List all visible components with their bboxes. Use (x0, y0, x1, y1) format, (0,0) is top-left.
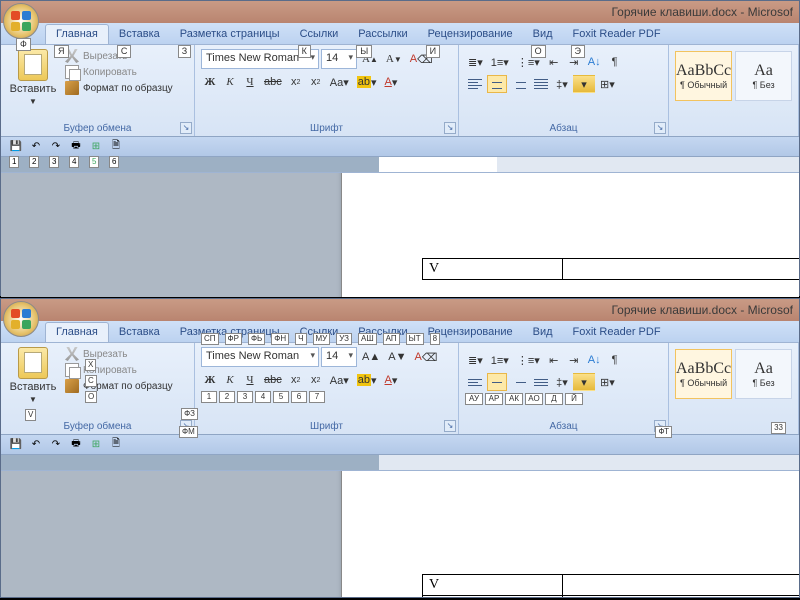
group-clipboard: Вставить ▼ Вырезать Копировать Формат по… (1, 45, 195, 136)
group-clipboard: Вставить ▼ V Вырезать Х Копировать С Фор… (1, 343, 195, 434)
ribbon: Вставить ▼ V Вырезать Х Копировать С Фор… (1, 343, 799, 435)
tab-Рецензирование[interactable]: РецензированиеИ (418, 25, 523, 44)
paste-icon (18, 49, 48, 81)
align-right-button[interactable] (509, 75, 529, 93)
qat-table[interactable]: ⊞5 (89, 140, 103, 154)
tab-Foxit Reader PDF[interactable]: Foxit Reader PDF (563, 323, 671, 342)
ribbon-tabs: ГлавнаяЯВставкаСРазметка страницыЗСсылки… (1, 23, 799, 45)
tab-Вид[interactable]: ВидО (523, 25, 563, 44)
ruler (1, 455, 799, 471)
office-button[interactable]: Ф (3, 3, 39, 39)
clear-format-button[interactable]: A⌫ (411, 348, 440, 366)
table-cell[interactable]: V (423, 259, 563, 280)
format-painter-button[interactable]: Формат по образцу (65, 81, 173, 95)
group-label-paragraph: Абзац (465, 121, 662, 136)
paste-button[interactable]: Вставить ▼ (7, 49, 59, 106)
line-spacing-button[interactable]: ‡▾ (553, 75, 571, 93)
group-label-clipboard: Буфер обмена (7, 121, 188, 136)
sort-button[interactable]: A↓ (585, 53, 604, 71)
tab-Рассылки[interactable]: РассылкиЫ (348, 25, 417, 44)
copy-button[interactable]: Копировать (65, 65, 173, 79)
dialog-launcher-font[interactable]: ↘ (444, 122, 456, 134)
group-font: Times New Roman 14 A▲ A▼ A⌫ Ж К Ч abc x2… (195, 45, 459, 136)
group-paragraph: ≣▾1≡▾⋮≡▾ ⇤⇥ A↓¶ ‡▾ ▾ ⊞▾ АУАРАКАОДЙ Абзац… (459, 343, 669, 434)
numbering-button[interactable]: 1≡▾ (488, 53, 512, 71)
show-marks-button[interactable]: ¶ (606, 53, 624, 71)
dialog-launcher-clipboard[interactable]: ↘ (180, 122, 192, 134)
style-nospacing[interactable]: Aa ¶ Без (735, 51, 792, 101)
tab-Вид[interactable]: Вид (523, 323, 563, 342)
brush-icon (65, 81, 79, 95)
keytip-office: Ф (16, 38, 31, 51)
font-size-combo[interactable]: 14 (321, 347, 357, 367)
justify-button[interactable] (531, 75, 551, 93)
tab-Вставка[interactable]: Вставка (109, 323, 170, 342)
quick-access-toolbar: 💾↶↷ 🖶⊞🗎 (1, 435, 799, 455)
align-center-button[interactable] (487, 75, 507, 93)
qat-save[interactable]: 💾1 (9, 140, 23, 154)
copy-icon (65, 65, 79, 79)
group-paragraph: ≣▾ 1≡▾ ⋮≡▾ ⇤ ⇥ A↓ ¶ ‡▾ ▾ ⊞▾ Абзац ↘ (459, 45, 669, 136)
keytip-paste: V (25, 409, 36, 421)
bullets-button[interactable]: ≣▾ (465, 53, 486, 71)
shrink-font-button[interactable]: A▼ (383, 50, 405, 68)
shading-button[interactable]: ▾ (573, 75, 595, 93)
font-size-combo[interactable]: 14 (321, 49, 357, 69)
group-styles: AaBbCc¶ Обычный Aa¶ Без 33 (669, 343, 799, 434)
dec-indent-button[interactable]: ⇤ (545, 53, 563, 71)
paste-icon (18, 347, 48, 379)
style-normal[interactable]: AaBbCc ¶ Обычный (675, 51, 732, 101)
highlight-button[interactable]: ab▾ (354, 73, 380, 91)
paste-label: Вставить (10, 83, 57, 95)
document-area[interactable]: V Ctrl + DВызов диалогового окна "Шрифт" (1, 471, 799, 597)
qat-preview[interactable]: 🗎6 (109, 140, 123, 154)
shrink-font-button[interactable]: A▼ (385, 348, 409, 366)
font-name-combo[interactable]: Times New Roman (201, 347, 319, 367)
quick-access-toolbar: 💾1 ↶2 ↷3 🖶4 ⊞5 🗎6 (1, 137, 799, 157)
document-area[interactable]: V (1, 173, 799, 297)
tab-Foxit Reader PDF[interactable]: Foxit Reader PDFЭ (563, 25, 671, 44)
bold-button[interactable]: Ж (201, 73, 219, 91)
qat-undo[interactable]: ↶2 (29, 140, 43, 154)
window-title: Горячие клавиши.docx - Microsof (611, 303, 793, 317)
qat-print[interactable]: 🖶4 (69, 140, 83, 154)
group-label-font: Шрифт (201, 121, 452, 136)
tab-Разметка страницы[interactable]: Разметка страницыЗ (170, 25, 290, 44)
ruler (1, 157, 799, 173)
ribbon: Вставить ▼ Вырезать Копировать Формат по… (1, 45, 799, 137)
cut-button[interactable]: Вырезать (65, 347, 173, 361)
align-left-button[interactable] (465, 75, 485, 93)
superscript-button[interactable]: x2 (307, 73, 325, 91)
group-styles: AaBbCc ¶ Обычный Aa ¶ Без (669, 45, 799, 136)
strike-button[interactable]: abc (261, 73, 285, 91)
paste-button[interactable]: Вставить ▼ V (7, 347, 59, 404)
tab-Ссылки[interactable]: СсылкиК (290, 25, 349, 44)
italic-button[interactable]: К (221, 73, 239, 91)
grow-font-button[interactable]: A▲ (359, 348, 383, 366)
tab-Вставка[interactable]: ВставкаС (109, 25, 170, 44)
tab-Главная[interactable]: ГлавнаяЯ (45, 24, 109, 44)
group-font: Times New Roman 14 A▲ A▼ A⌫ Ж К Ч abc x2… (195, 343, 459, 434)
office-button[interactable] (3, 301, 39, 337)
dialog-launcher-paragraph[interactable]: ↘ (654, 122, 666, 134)
titlebar: Горячие клавиши.docx - Microsof (1, 1, 799, 23)
underline-button[interactable]: Ч (241, 73, 259, 91)
tab-Главная[interactable]: Главная (45, 322, 109, 342)
change-case-button[interactable]: Aa▾ (327, 73, 352, 91)
borders-button[interactable]: ⊞▾ (597, 75, 618, 93)
window-title: Горячие клавиши.docx - Microsof (611, 5, 793, 19)
subscript-button[interactable]: x2 (287, 73, 305, 91)
titlebar: Горячие клавиши.docx - Microsof (1, 299, 799, 321)
qat-redo[interactable]: ↷3 (49, 140, 63, 154)
format-painter-button[interactable]: Формат по образцу (65, 379, 173, 393)
copy-button[interactable]: Копировать (65, 363, 173, 377)
font-color-button[interactable]: A▾ (382, 73, 401, 91)
